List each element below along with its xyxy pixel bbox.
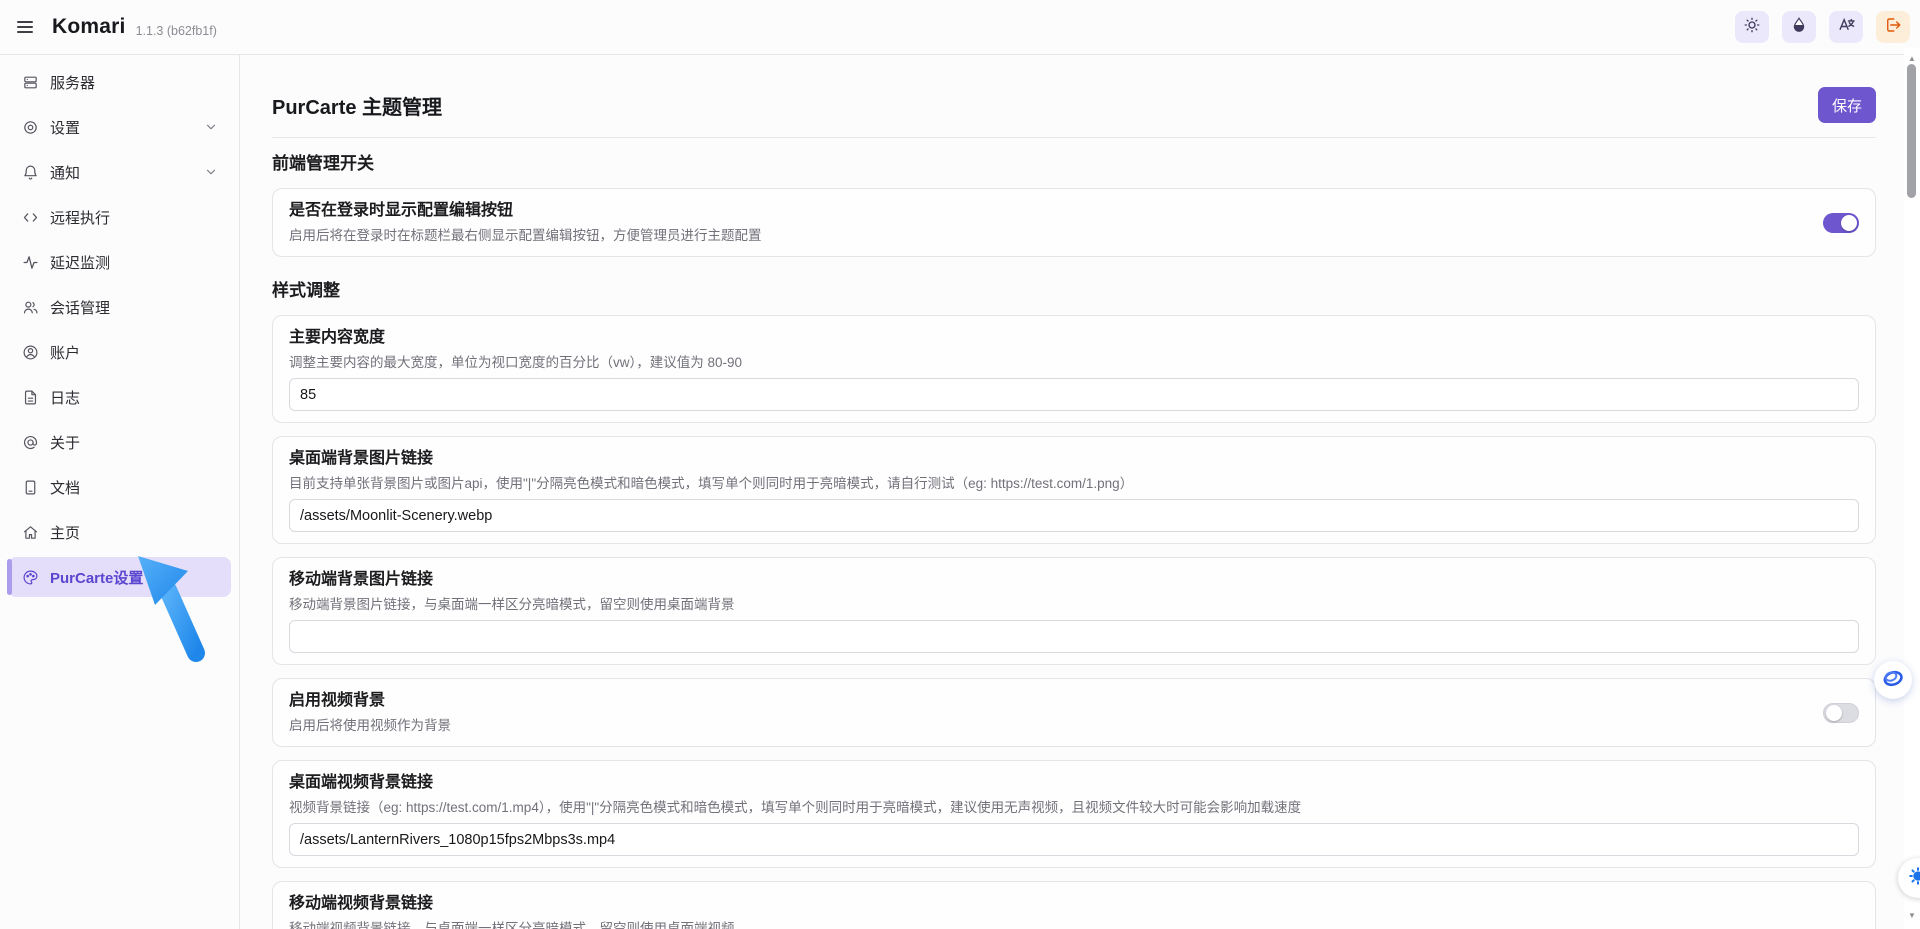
save-button[interactable]: 保存 [1818, 87, 1876, 123]
card-title: 启用视频背景 [289, 690, 1859, 712]
chevron-down-icon [204, 120, 218, 134]
users-icon [22, 299, 39, 316]
palette-icon [22, 569, 39, 586]
logout-icon [1884, 16, 1902, 39]
theme-toggle-button[interactable] [1735, 11, 1769, 43]
scrollbar-thumb[interactable] [1907, 64, 1916, 198]
card-desktop-bg-image: 桌面端背景图片链接 目前支持单张背景图片或图片api，使用"|"分隔亮色模式和暗… [272, 436, 1876, 544]
floating-extension-button[interactable] [1874, 661, 1912, 699]
chevron-down-icon [204, 165, 218, 179]
sidebar-item-docs[interactable]: 文档 [8, 467, 231, 507]
sidebar-item-label: 通知 [50, 162, 80, 183]
user-circle-icon [22, 344, 39, 361]
sidebar-item-label: 关于 [50, 432, 80, 453]
sidebar-item-notifications[interactable]: 通知 [8, 152, 231, 192]
card-mobile-video-bg: 移动端视频背景链接 移动端视频背景链接，与桌面端一样区分亮暗模式，留空则使用桌面… [272, 881, 1876, 929]
translate-icon [1837, 15, 1856, 39]
card-desktop-video-bg: 桌面端视频背景链接 视频背景链接（eg: https://test.com/1.… [272, 760, 1876, 868]
settings-icon [22, 119, 39, 136]
card-title: 桌面端视频背景链接 [289, 772, 1859, 794]
sidebar-item-settings[interactable]: 设置 [8, 107, 231, 147]
sidebar-item-logs[interactable]: 日志 [8, 377, 231, 417]
sidebar-item-about[interactable]: 关于 [8, 422, 231, 462]
card-title: 主要内容宽度 [289, 327, 1859, 349]
blue-sun-icon [1907, 865, 1920, 892]
section-heading-style-adjust: 样式调整 [272, 279, 1876, 303]
sidebar-item-label: 远程执行 [50, 207, 110, 228]
card-enable-video-bg: 启用视频背景 启用后将使用视频作为背景 [272, 678, 1876, 747]
sidebar-item-label: 服务器 [50, 72, 95, 93]
sidebar-item-account[interactable]: 账户 [8, 332, 231, 372]
menu-toggle-button[interactable] [8, 10, 42, 44]
desktop-video-bg-input[interactable] [289, 823, 1859, 856]
sidebar-item-home[interactable]: 主页 [8, 512, 231, 552]
sidebar-item-label: 日志 [50, 387, 80, 408]
card-desc: 调整主要内容的最大宽度，单位为视口宽度的百分比（vw），建议值为 80-90 [289, 353, 1859, 372]
language-button[interactable] [1829, 11, 1863, 43]
section-heading-frontend-switch: 前端管理开关 [272, 152, 1876, 176]
sidebar-item-label: 设置 [50, 117, 80, 138]
at-sign-icon [22, 434, 39, 451]
scrollbar-down-arrow[interactable]: ▼ [1904, 911, 1920, 921]
sun-icon [1743, 16, 1761, 39]
logout-button[interactable] [1876, 11, 1910, 43]
server-icon [22, 74, 39, 91]
card-desc: 启用后将在登录时在标题栏最右侧显示配置编辑按钮，方便管理员进行主题配置 [289, 226, 1859, 245]
card-show-config-edit-button: 是否在登录时显示配置编辑按钮 启用后将在登录时在标题栏最右侧显示配置编辑按钮，方… [272, 188, 1876, 257]
sidebar-item-purcarte-settings[interactable]: PurCarte设置 [8, 557, 231, 597]
card-title: 移动端背景图片链接 [289, 569, 1859, 591]
sidebar-item-label: 文档 [50, 477, 80, 498]
sidebar-item-label: 主页 [50, 522, 80, 543]
sidebar-item-label: 会话管理 [50, 297, 110, 318]
sidebar-item-sessions[interactable]: 会话管理 [8, 287, 231, 327]
sidebar-item-remote-exec[interactable]: 远程执行 [8, 197, 231, 237]
sidebar-nav: 服务器 设置 通知 远程执行 延迟监测 [0, 55, 240, 929]
card-mobile-bg-image: 移动端背景图片链接 移动端背景图片链接，与桌面端一样区分亮暗模式，留空则使用桌面… [272, 557, 1876, 665]
enable-video-bg-toggle[interactable] [1823, 703, 1859, 723]
sidebar-item-servers[interactable]: 服务器 [8, 62, 231, 102]
app-version: 1.1.3 (b62fb1f) [136, 24, 217, 38]
card-desc: 启用后将使用视频作为背景 [289, 716, 1859, 735]
bell-icon [22, 164, 39, 181]
card-desc: 目前支持单张背景图片或图片api，使用"|"分隔亮色模式和暗色模式，填写单个则同… [289, 474, 1859, 493]
app-logo[interactable]: Komari [52, 15, 126, 39]
card-main-content-width: 主要内容宽度 调整主要内容的最大宽度，单位为视口宽度的百分比（vw），建议值为 … [272, 315, 1876, 423]
page-title: PurCarte 主题管理 [272, 91, 442, 120]
card-desc: 移动端背景图片链接，与桌面端一样区分亮暗模式，留空则使用桌面端背景 [289, 595, 1859, 614]
droplet-icon [1790, 16, 1808, 39]
loop-swirl-icon [1880, 665, 1906, 696]
sidebar-item-latency[interactable]: 延迟监测 [8, 242, 231, 282]
main-content: PurCarte 主题管理 保存 前端管理开关 是否在登录时显示配置编辑按钮 启… [240, 55, 1920, 929]
show-config-edit-toggle[interactable] [1823, 213, 1859, 233]
divider [272, 137, 1876, 138]
header-actions [1735, 11, 1910, 43]
mobile-bg-image-input[interactable] [289, 620, 1859, 653]
card-desc: 视频背景链接（eg: https://test.com/1.mp4），使用"|"… [289, 798, 1859, 817]
scrollbar-up-arrow[interactable]: ▲ [1904, 54, 1920, 64]
main-content-width-input[interactable] [289, 378, 1859, 411]
document-icon [22, 479, 39, 496]
desktop-bg-image-input[interactable] [289, 499, 1859, 532]
sidebar-item-label: 延迟监测 [50, 252, 110, 273]
file-text-icon [22, 389, 39, 406]
app-header: Komari 1.1.3 (b62fb1f) [0, 0, 1920, 55]
card-desc: 移动端视频背景链接，与桌面端一样区分亮暗模式，留空则使用桌面端视频 [289, 919, 1859, 929]
vertical-scrollbar[interactable]: ▲ ▼ [1904, 48, 1920, 929]
sidebar-item-label: PurCarte设置 [50, 567, 143, 588]
card-title: 移动端视频背景链接 [289, 893, 1859, 915]
activity-icon [22, 254, 39, 271]
code-icon [22, 209, 39, 226]
appearance-button[interactable] [1782, 11, 1816, 43]
sidebar-item-label: 账户 [50, 342, 80, 363]
card-title: 是否在登录时显示配置编辑按钮 [289, 200, 1859, 222]
home-icon [22, 524, 39, 541]
card-title: 桌面端背景图片链接 [289, 448, 1859, 470]
